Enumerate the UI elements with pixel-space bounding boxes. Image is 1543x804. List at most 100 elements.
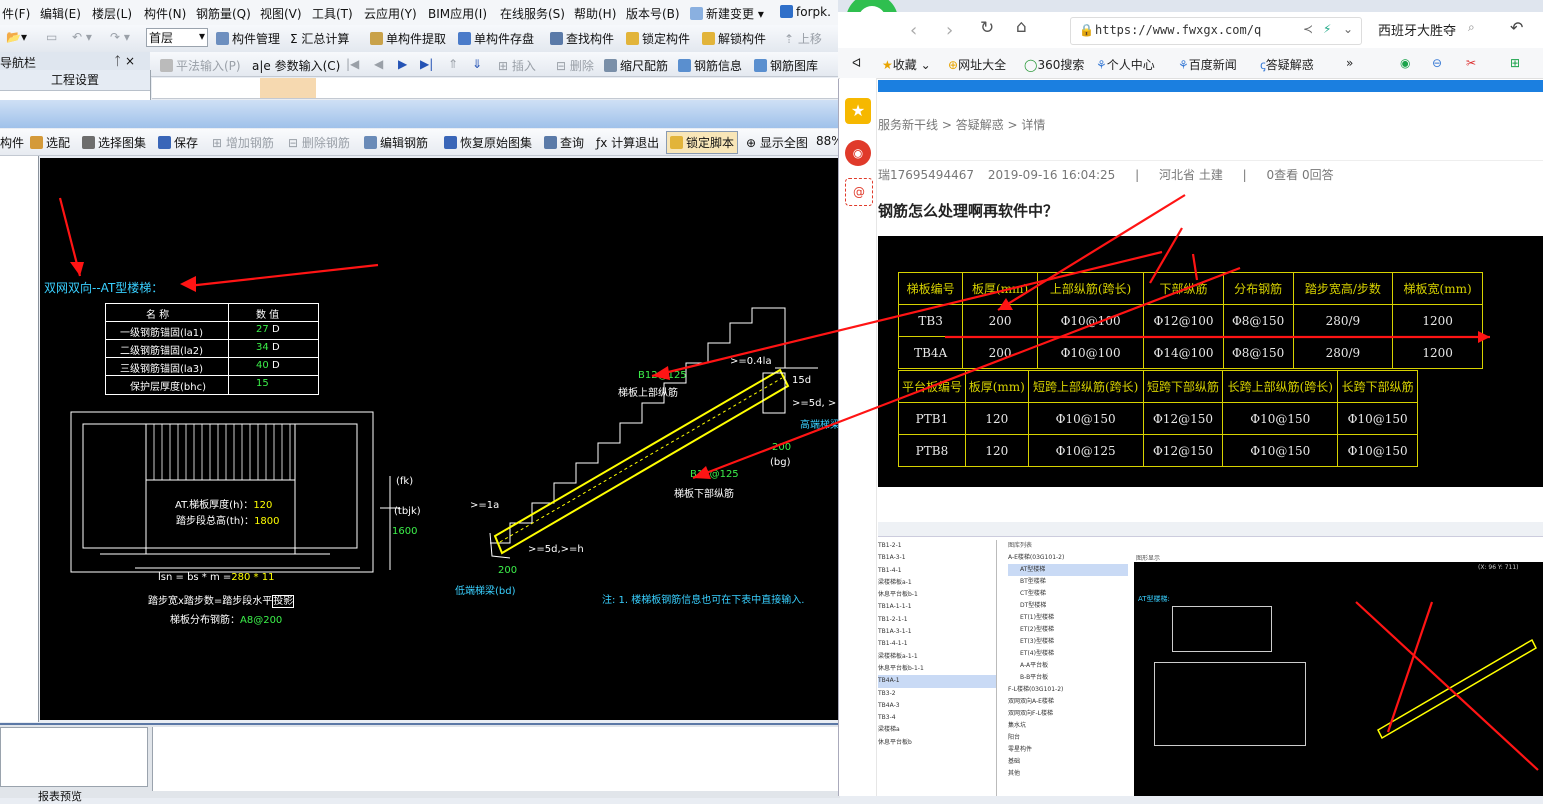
search-icon[interactable]: ⌕ xyxy=(1468,20,1475,35)
save-component-button[interactable]: 单构件存盘 xyxy=(458,30,534,47)
bookmark-personal[interactable]: ⚘个人中心 xyxy=(1096,56,1155,73)
minus-icon[interactable]: ⊖ xyxy=(1432,56,1442,70)
nav-prev-icon[interactable]: ◀ xyxy=(374,57,383,71)
calc-exit-button[interactable]: ƒx 计算退出 xyxy=(596,134,659,151)
floor-select[interactable]: 首层 ▾ xyxy=(146,28,208,47)
show-all-button[interactable]: ⊕ 显示全图 xyxy=(746,134,808,151)
undo-icon[interactable]: ↶ xyxy=(1510,18,1523,37)
share-icon[interactable]: ≺ xyxy=(1303,22,1313,36)
nav-first-icon[interactable]: |◀ xyxy=(346,57,359,71)
menu-cloud[interactable]: 云应用(Y) xyxy=(364,5,417,22)
query-button[interactable]: 查询 xyxy=(544,134,584,151)
wechat-icon[interactable]: ◉ xyxy=(1400,56,1410,70)
component-button[interactable]: 构件 xyxy=(0,134,24,151)
lock-component-button[interactable]: 锁定构件 xyxy=(626,30,690,47)
extract-component-button[interactable]: 单构件提取 xyxy=(370,30,446,47)
ln-value[interactable]: 280 * 11 xyxy=(231,572,274,583)
height-value[interactable]: 1800 xyxy=(254,516,279,527)
rebar-library-button[interactable]: 钢筋图库 xyxy=(754,57,818,74)
question-user[interactable]: 瑞17695494467 xyxy=(878,168,974,182)
bookmark-360[interactable]: ◯360搜索 xyxy=(1024,56,1084,73)
back-icon[interactable]: ‹ xyxy=(910,20,917,41)
component-manage-button[interactable]: 构件管理 xyxy=(216,30,280,47)
thickness-value[interactable]: 120 xyxy=(253,500,272,511)
bookmark-baidu[interactable]: ⚘百度新闻 xyxy=(1178,56,1237,73)
breadcrumb-item[interactable]: 服务新干线 xyxy=(878,118,938,132)
edit-rebar-button[interactable]: 编辑钢筋 xyxy=(364,134,428,151)
select-config-button[interactable]: 选配 xyxy=(30,134,70,151)
report-preview-label[interactable]: 报表预览 xyxy=(38,788,82,804)
weibo-icon[interactable]: ◉ xyxy=(845,140,871,166)
grid-cell-selected[interactable] xyxy=(260,78,316,98)
move-down-icon[interactable]: ⇓ xyxy=(472,57,482,71)
chevron-down-icon[interactable]: ⌄ xyxy=(1343,22,1353,36)
breadcrumb-item[interactable]: 答疑解惑 xyxy=(956,118,1004,132)
bookmark-favorites[interactable]: ★收藏 ⌄ xyxy=(882,56,931,73)
undo-icon[interactable]: ↶ ▾ xyxy=(72,30,92,44)
bolt-icon[interactable]: ⚡ xyxy=(1323,22,1331,36)
menu-online[interactable]: 在线服务(S) xyxy=(500,5,565,22)
dim-200-b[interactable]: 200 xyxy=(498,565,517,576)
email-icon[interactable]: @ xyxy=(845,178,873,206)
url-field[interactable]: 🔒 https://www.fwxgx.com/q ≺ ⚡ ⌄ xyxy=(1070,17,1362,45)
delete-button[interactable]: ⊟ 删除 xyxy=(556,57,594,74)
favorites-star-icon[interactable]: ★ xyxy=(845,98,871,124)
bottom-grid[interactable] xyxy=(152,727,841,791)
component-list-strip[interactable] xyxy=(0,156,39,722)
unlock-component-button[interactable]: 解锁构件 xyxy=(702,30,766,47)
question-image-table[interactable]: 梯板编号 板厚(mm) 上部纵筋(跨长) 下部纵筋 分布钢筋 踏步宽高/步数 梯… xyxy=(878,236,1543,487)
menu-floor[interactable]: 楼层(L) xyxy=(92,5,132,22)
dist-rebar-value[interactable]: A8@200 xyxy=(240,615,282,626)
nav-last-icon[interactable]: ▶| xyxy=(420,57,433,71)
question-image-software[interactable]: TB1-2-1 TB1A-3-1 TB1-4-1 梁楼梯板a-1 休息平台板b-… xyxy=(878,510,1543,796)
flat-input-button[interactable]: 平法输入(P) xyxy=(160,57,241,74)
rebar-info-button[interactable]: 钢筋信息 xyxy=(678,57,742,74)
menu-view[interactable]: 视图(V) xyxy=(260,5,302,22)
menu-bim[interactable]: BIM应用(I) xyxy=(428,5,487,22)
delete-rebar-button[interactable]: ⊟ 删除钢筋 xyxy=(288,134,350,151)
nav-next-icon[interactable]: ▶ xyxy=(398,57,407,71)
nav-panel-pin-close[interactable]: ᛏ × xyxy=(114,54,135,68)
open-icon[interactable]: 📂▾ xyxy=(6,30,27,44)
insert-button[interactable]: ⊞ 插入 xyxy=(498,57,536,74)
save-button[interactable]: 保存 xyxy=(158,134,198,151)
bookmark-sites[interactable]: ⊕网址大全 xyxy=(948,56,1006,73)
param-input-button[interactable]: a|e 参数输入(C) xyxy=(252,57,340,74)
find-component-button[interactable]: 查找构件 xyxy=(550,30,614,47)
menu-version[interactable]: 版本号(B) xyxy=(626,5,680,22)
menu-help[interactable]: 帮助(H) xyxy=(574,5,616,22)
reload-icon[interactable]: ↻ xyxy=(980,18,994,38)
more-bookmarks-icon[interactable]: » xyxy=(1346,56,1353,70)
add-rebar-button[interactable]: ⊞ 增加钢筋 xyxy=(212,134,274,151)
menu-rebar[interactable]: 钢筋量(Q) xyxy=(196,5,251,22)
lock-script-button[interactable]: 锁定脚本 xyxy=(666,131,739,154)
restore-atlas-button[interactable]: 恢复原始图集 xyxy=(444,134,532,151)
menu-edit[interactable]: 编辑(E) xyxy=(40,5,81,22)
menu-new-change[interactable]: 新建变更 ▾ xyxy=(690,5,764,22)
select-atlas-button[interactable]: 选择图集 xyxy=(82,134,146,151)
menu-forpk[interactable]: forpk. xyxy=(780,5,831,19)
lower-bar-value[interactable]: B12@125 xyxy=(690,469,739,480)
menu-file[interactable]: 件(F) xyxy=(2,5,30,22)
redo-icon[interactable]: ↷ ▾ xyxy=(110,30,130,44)
bookmark-qa[interactable]: ꞔ答疑解惑 xyxy=(1260,56,1314,73)
tbjk-value[interactable]: 1600 xyxy=(392,526,417,537)
menu-tools[interactable]: 工具(T) xyxy=(312,5,353,22)
forward-icon[interactable]: › xyxy=(946,20,953,41)
save-icon[interactable]: ▭ xyxy=(46,30,57,44)
scale-rebar-button[interactable]: 缩尺配筋 xyxy=(604,57,668,74)
dim-200-a[interactable]: 200 xyxy=(772,442,791,453)
upper-bar-value[interactable]: B12@125 xyxy=(638,370,687,381)
cad-drawing-canvas[interactable]: 双网双向--AT型楼梯： 名 称 数 值 一级钢筋锚固(la1) 27 D 二级… xyxy=(40,158,840,720)
move-up-button[interactable]: ⇡ 上移 xyxy=(784,30,822,47)
sidebar-toggle-icon[interactable]: ᐊ xyxy=(852,56,861,70)
search-box[interactable]: 西班牙大胜夺 xyxy=(1378,20,1456,39)
browser-tab-strip[interactable] xyxy=(838,0,1543,12)
nav-item-project-settings[interactable]: 工程设置 xyxy=(0,70,150,91)
bottom-list[interactable] xyxy=(0,727,148,787)
menu-component[interactable]: 构件(N) xyxy=(144,5,186,22)
home-icon[interactable]: ⌂ xyxy=(1016,17,1027,37)
move-up-icon[interactable]: ⇑ xyxy=(448,57,458,71)
extension-icon[interactable]: ⊞ xyxy=(1510,56,1520,70)
scissors-icon[interactable]: ✂ xyxy=(1466,56,1476,70)
